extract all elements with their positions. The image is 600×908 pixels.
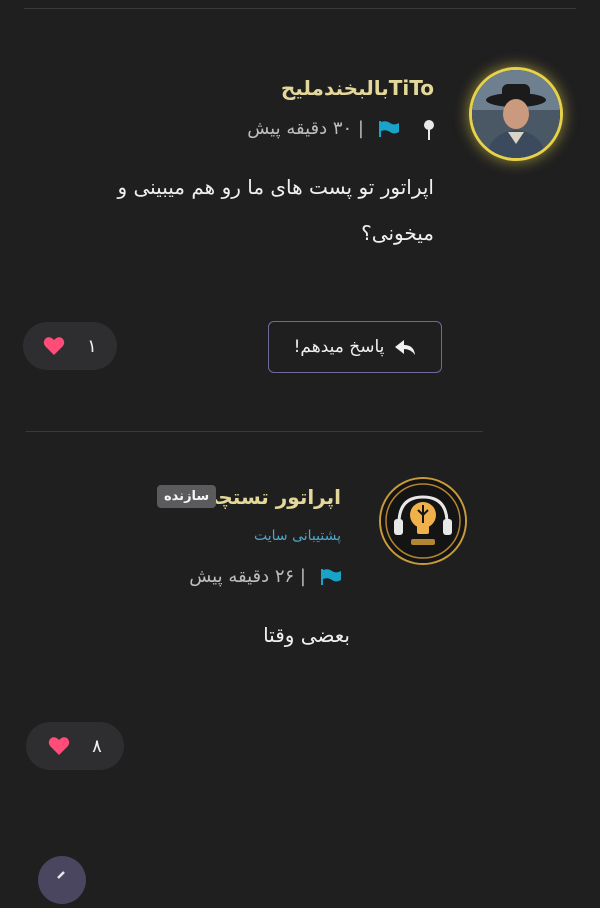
heart-icon <box>43 336 65 356</box>
user-avatar-operator[interactable] <box>381 479 465 563</box>
creator-badge: سازنده <box>157 485 217 508</box>
heart-icon <box>48 736 70 756</box>
comment-1-time: | ۳۰ دقیقه پیش <box>247 118 364 139</box>
comment-1-username[interactable]: TiToبالبخندملیح <box>281 76 434 100</box>
chevron-icon <box>57 871 65 879</box>
reply-arrow-icon <box>394 337 416 357</box>
top-divider <box>24 8 576 9</box>
comment-divider <box>26 431 483 432</box>
comment-2-username[interactable]: اپراتور تستچی <box>198 485 341 509</box>
comment-1-text: اپراتور تو پست های ما رو هم میبینی و میخ… <box>34 164 434 256</box>
comment-2-time: | ۲۶ دقیقه پیش <box>189 566 306 587</box>
comment-1-text-line1: اپراتور تو پست های ما رو هم میبینی و <box>117 175 434 199</box>
reply-button[interactable]: پاسخ میدهم! <box>268 321 442 373</box>
reply-button-label: پاسخ میدهم! <box>293 337 385 357</box>
comment-2-text: بعضی وقتا <box>263 623 350 647</box>
floating-action-button[interactable] <box>38 856 86 904</box>
flag-icon <box>320 568 342 586</box>
like-button-comment-2[interactable]: ۸ <box>26 722 124 770</box>
pin-icon <box>420 118 438 142</box>
comment-1-like-count: ۱ <box>87 335 97 357</box>
like-button-comment-1[interactable]: ۱ <box>23 322 117 370</box>
comment-2-role: پشتیبانی سایت <box>254 528 341 544</box>
flag-icon <box>378 120 400 138</box>
comment-2-like-count: ۸ <box>92 735 102 757</box>
user-avatar-tito[interactable] <box>472 70 560 158</box>
comment-1-text-line2: میخونی؟ <box>361 221 434 245</box>
